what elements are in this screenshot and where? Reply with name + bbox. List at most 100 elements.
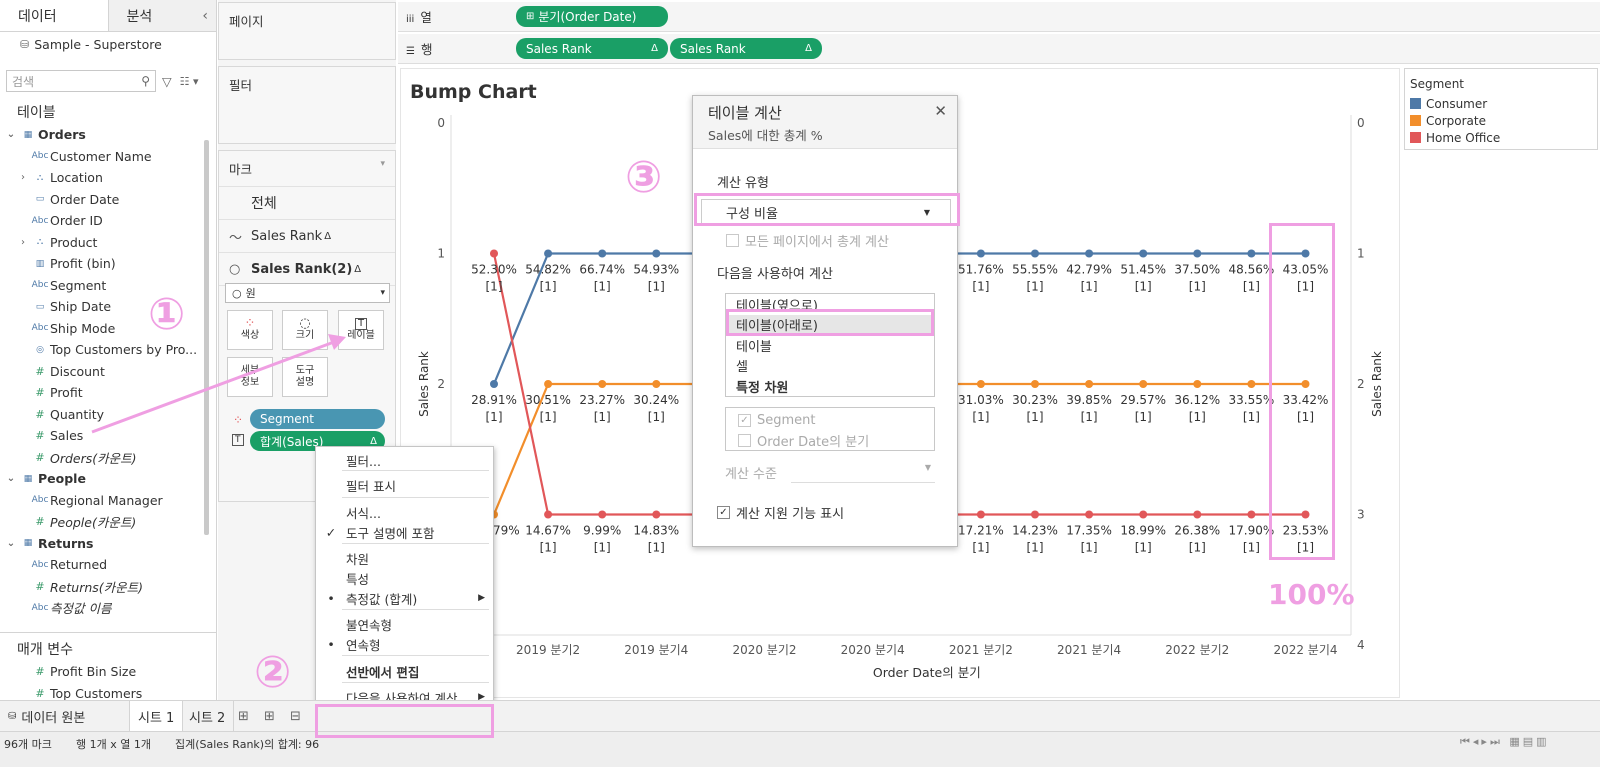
chevron-right-icon[interactable]: › <box>16 237 30 248</box>
field-item[interactable]: › ⛬ Product <box>0 232 216 254</box>
row-pill-sales-rank-1[interactable]: Sales Rank Δ <box>516 38 668 59</box>
tab-data[interactable]: 데이터 <box>0 0 108 31</box>
field-list-scrollbar[interactable] <box>204 140 209 535</box>
datasource-item[interactable]: ⛁ Sample - Superstore <box>0 32 216 56</box>
context-menu-item[interactable]: 필터... <box>316 450 493 470</box>
new-sheet-icon[interactable]: ⊞ <box>230 701 257 732</box>
dim-order-date-checkbox[interactable]: Order Date의 분기 <box>726 430 934 450</box>
data-point[interactable] <box>490 249 498 258</box>
data-point[interactable] <box>544 380 553 388</box>
marks-sales-rank[interactable]: 〜 Sales Rank Δ <box>219 220 395 253</box>
new-story-icon[interactable]: ⊟ <box>282 701 309 732</box>
filters-shelf[interactable]: 필터 <box>218 66 396 144</box>
data-point[interactable] <box>976 380 985 388</box>
data-point[interactable] <box>1031 510 1039 519</box>
field-item[interactable]: ⌄ ▦ Orders <box>0 124 216 146</box>
level-dropdown[interactable]: ▼ <box>791 463 935 483</box>
mark-type-dropdown[interactable]: ○ 원 ▾ <box>225 283 390 303</box>
data-point[interactable] <box>1193 380 1202 388</box>
data-point[interactable] <box>1247 510 1256 519</box>
all-pages-checkbox[interactable]: 모든 페이지에서 총계 계산 <box>726 231 889 250</box>
data-point[interactable] <box>598 380 607 388</box>
data-point[interactable] <box>1139 249 1148 258</box>
field-item[interactable]: # Quantity <box>0 404 216 426</box>
chevron-down-icon[interactable]: ⌄ <box>4 129 18 140</box>
context-menu-item[interactable]: 선반에서 편집 <box>316 661 493 681</box>
context-menu-item[interactable]: 특성 <box>316 568 493 588</box>
data-point[interactable] <box>652 249 661 258</box>
data-point[interactable] <box>652 510 661 519</box>
context-menu-item[interactable]: • 연속형 <box>316 634 493 654</box>
data-point[interactable] <box>1085 249 1094 258</box>
columns-shelf[interactable]: iii 열 ⊞ 분기(Order Date) <box>398 2 1600 32</box>
col-pill-quarter[interactable]: ⊞ 분기(Order Date) <box>516 6 668 27</box>
marks-all[interactable]: 전체 <box>219 187 395 220</box>
field-item[interactable]: ⌄ ▦ Returns <box>0 533 216 555</box>
data-point[interactable] <box>1085 380 1094 388</box>
marks-menu-icon[interactable]: ▾ <box>380 159 385 178</box>
field-item[interactable]: ▭ Order Date <box>0 189 216 211</box>
chevron-down-icon[interactable]: ⌄ <box>4 473 18 484</box>
tooltip-button[interactable]: 도구 설명 <box>282 357 328 397</box>
context-menu-item[interactable]: ✓ 도구 설명에 포함 <box>316 522 493 542</box>
data-point[interactable] <box>1193 249 1202 258</box>
sheet-2-tab[interactable]: 시트 2 <box>181 701 235 732</box>
segment-legend[interactable]: Segment Consumer Corporate Home Office <box>1404 68 1598 150</box>
new-dashboard-icon[interactable]: ⊞ <box>256 701 283 732</box>
data-point[interactable] <box>976 249 985 258</box>
compute-option[interactable]: 셀 <box>726 356 934 377</box>
data-point[interactable] <box>1031 249 1039 258</box>
context-menu-item[interactable]: 서식... <box>316 502 493 522</box>
field-item[interactable]: # Sales <box>0 425 216 447</box>
datasource-tab[interactable]: ⛁ 데이터 원본 <box>0 701 130 732</box>
data-point[interactable] <box>1139 380 1148 388</box>
label-button[interactable]: T 레이블 <box>338 310 384 350</box>
segment-pill[interactable]: Segment <box>250 409 385 429</box>
row-pill-sales-rank-2[interactable]: Sales Rank Δ <box>670 38 822 59</box>
compute-option[interactable]: 특정 차원 <box>726 376 934 397</box>
data-point[interactable] <box>598 510 607 519</box>
context-menu-item[interactable]: 차원 <box>316 548 493 568</box>
field-item[interactable]: Abc Returned <box>0 554 216 576</box>
data-point[interactable] <box>652 380 661 388</box>
chevron-right-icon[interactable]: › <box>16 172 30 183</box>
data-point[interactable] <box>1139 510 1148 519</box>
field-item[interactable]: › ⛬ Location <box>0 167 216 189</box>
size-button[interactable]: ◌ 크기 <box>282 310 328 350</box>
field-item[interactable]: Abc Order ID <box>0 210 216 232</box>
data-point[interactable] <box>1247 380 1256 388</box>
sheet-nav-icons[interactable]: ⏮◂▸⏭ ▦▤▥ <box>1460 735 1550 749</box>
data-point[interactable] <box>1085 510 1094 519</box>
legend-item[interactable]: Consumer <box>1405 95 1597 112</box>
param-item[interactable]: # Profit Bin Size <box>0 661 216 683</box>
pages-shelf[interactable]: 페이지 <box>218 2 396 60</box>
field-item[interactable]: Abc Customer Name <box>0 146 216 168</box>
data-point[interactable] <box>544 510 553 519</box>
collapse-pane-icon[interactable]: ‹ <box>202 8 208 24</box>
field-item[interactable]: # Returns(카운트) <box>0 576 216 598</box>
legend-item[interactable]: Home Office <box>1405 129 1597 146</box>
filter-icon[interactable]: ▽ <box>162 74 172 89</box>
context-menu-item[interactable]: 불연속형 <box>316 614 493 634</box>
context-menu-item[interactable]: 필터 표시 <box>316 475 493 495</box>
search-input[interactable]: 검색 ⚲ <box>6 70 156 92</box>
view-options-icon[interactable]: ☷ ▾ <box>180 75 199 88</box>
field-item[interactable]: # Discount <box>0 361 216 383</box>
compute-option[interactable]: 테이블 <box>726 335 934 356</box>
rows-shelf[interactable]: ☰ 행 Sales Rank Δ Sales Rank Δ <box>398 34 1600 64</box>
data-point[interactable] <box>1031 380 1039 388</box>
data-point[interactable] <box>598 249 607 258</box>
data-point[interactable] <box>1247 249 1256 258</box>
data-point[interactable] <box>490 380 498 388</box>
color-button[interactable]: ⁘ 색상 <box>227 310 273 350</box>
data-point[interactable] <box>976 510 985 519</box>
data-point[interactable] <box>544 249 553 258</box>
detail-button[interactable]: 세부 정보 <box>227 357 273 397</box>
field-item[interactable]: # Profit <box>0 382 216 404</box>
field-item[interactable]: # People(카운트) <box>0 511 216 533</box>
tab-analysis[interactable]: 분석 ‹ <box>107 0 216 31</box>
close-icon[interactable]: ✕ <box>934 102 947 120</box>
field-item[interactable]: ▥ Profit (bin) <box>0 253 216 275</box>
marks-sales-rank-2[interactable]: ○ Sales Rank(2) Δ <box>219 253 395 286</box>
field-item[interactable]: Abc Regional Manager <box>0 490 216 512</box>
